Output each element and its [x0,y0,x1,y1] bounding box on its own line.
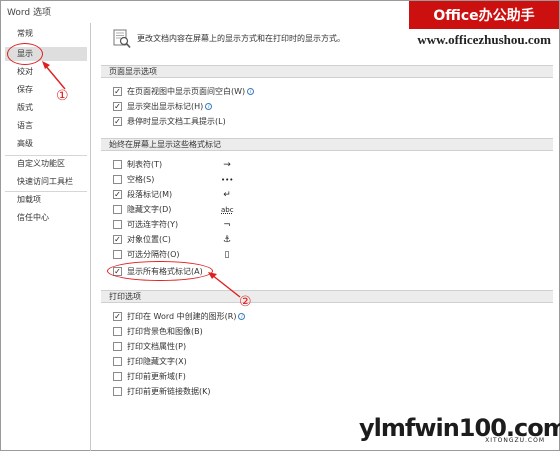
annotation-circle-show-all-marks [107,261,213,281]
option-label: 对象位置(C) [127,235,171,244]
checkbox[interactable] [113,160,122,169]
optional-break-icon: ▯ [224,250,230,260]
checkbox[interactable]: ✓ [113,312,122,321]
info-icon[interactable]: i [205,103,213,110]
sidebar-item-addins[interactable]: 加载项 [5,193,87,207]
annotation-marker-2: ② [239,294,252,310]
option-label: 可选连字符(Y) [127,220,179,229]
paragraph-mark-icon: ↵ [223,190,231,200]
checkbox[interactable]: ✓ [113,190,122,199]
option-label: 隐藏文字(D) [127,205,172,214]
checkbox[interactable]: ✓ [113,235,122,244]
panel-description: 更改文档内容在屏幕上的显示方式和在打印时的显示方式。 [137,34,345,43]
checkbox[interactable] [113,175,122,184]
space-dots-icon: ••• [221,176,234,184]
window-title: Word 选项 [7,8,51,18]
option-label: 打印背景色和图像(B) [127,327,203,336]
option-label: 打印文档属性(P) [127,342,187,351]
document-magnifier-icon [113,29,131,49]
checkbox[interactable]: ✓ [113,117,122,126]
checkbox[interactable] [113,342,122,351]
option-label: 显示突出显示标记(H) i [127,101,213,113]
checkbox[interactable]: ✓ [113,102,122,111]
sidebar-divider [5,155,87,156]
optional-hyphen-icon: ¬ [223,220,231,230]
sidebar-item-customize-ribbon[interactable]: 自定义功能区 [5,157,87,171]
option-label: 打印前更新链接数据(K) [127,387,211,396]
sidebar-item-general[interactable]: 常规 [5,27,87,41]
option-label: 制表符(T) [127,160,163,169]
option-label: 悬停时显示文档工具提示(L) [127,117,226,126]
sidebar-divider [5,191,87,192]
info-icon[interactable]: i [238,313,246,320]
display-options-panel: 更改文档内容在屏幕上的显示方式和在打印时的显示方式。 页面显示选项 ✓ 在页面视… [101,23,553,451]
annotation-circle-display [7,43,43,65]
option-label: 段落标记(M) [127,190,173,199]
checkbox[interactable] [113,357,122,366]
option-label: 在页面视图中显示页面间空白(W) i [127,86,255,98]
option-label: 空格(S) [127,175,155,184]
checkbox[interactable]: ✓ [113,87,122,96]
tab-arrow-icon: → [223,160,231,170]
watermark-sub: XITONGZU.COM [485,437,545,444]
hidden-text-icon: abc [221,206,234,214]
checkbox[interactable] [113,250,122,259]
section-header-page-display: 页面显示选项 [101,65,553,78]
section-header-format-marks: 始终在屏幕上显示这些格式标记 [101,138,553,151]
sidebar-item-language[interactable]: 语言 [5,119,87,133]
option-label: 打印在 Word 中创建的图形(R) i [127,311,246,323]
info-icon[interactable]: i [247,88,255,95]
annotation-marker-1: ① [56,88,69,104]
sidebar-item-layout[interactable]: 版式 [5,101,87,115]
checkbox[interactable] [113,372,122,381]
checkbox[interactable] [113,387,122,396]
checkbox[interactable] [113,327,122,336]
word-options-window: Word 选项 Office办公助手 www.officezhushou.com… [0,0,560,451]
sidebar-item-advanced[interactable]: 高级 [5,137,87,151]
sidebar-item-trust-center[interactable]: 信任中心 [5,211,87,225]
section-header-print: 打印选项 [101,290,553,303]
site-watermark: ylmfwin100.com XITONGZU.COM [359,408,560,448]
checkbox[interactable] [113,205,122,214]
anchor-icon: ⚓ [222,235,232,245]
checkbox[interactable] [113,220,122,229]
option-label: 可选分隔符(O) [127,250,180,259]
option-label: 打印隐藏文字(X) [127,357,187,366]
sidebar-item-quick-access-toolbar[interactable]: 快速访问工具栏 [5,175,87,189]
option-label: 打印前更新域(F) [127,372,186,381]
